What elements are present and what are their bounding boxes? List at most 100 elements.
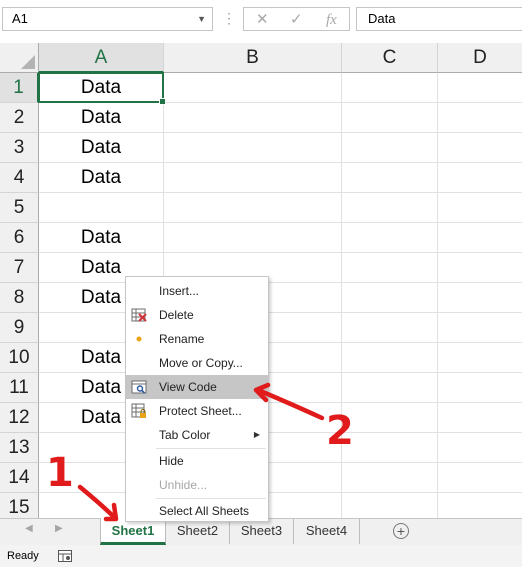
cell[interactable]	[342, 103, 438, 133]
cell[interactable]	[342, 253, 438, 283]
active-cell-selection	[38, 72, 166, 105]
menu-item-move-or-copy[interactable]: Move or Copy...	[126, 351, 268, 375]
menu-item-label: Hide	[159, 454, 184, 468]
menu-item-hide[interactable]: Hide	[126, 449, 268, 473]
menu-item-label: View Code	[159, 380, 217, 394]
row-header[interactable]: 11	[0, 373, 39, 403]
cell[interactable]	[438, 223, 522, 253]
column-header-c[interactable]: C	[342, 43, 438, 73]
cell[interactable]	[438, 133, 522, 163]
cell[interactable]	[342, 283, 438, 313]
cell[interactable]	[438, 313, 522, 343]
cell[interactable]	[164, 73, 342, 103]
cell[interactable]	[438, 343, 522, 373]
cell[interactable]	[342, 313, 438, 343]
status-text: Ready	[7, 550, 39, 562]
status-bar: Ready	[0, 545, 522, 567]
add-sheet-icon[interactable]: +	[393, 523, 409, 539]
cell[interactable]: Data	[39, 163, 164, 193]
menu-item-insert[interactable]: Insert...	[126, 279, 268, 303]
cell[interactable]	[342, 373, 438, 403]
menu-item-view-code[interactable]: View Code	[126, 375, 268, 399]
cell[interactable]	[342, 223, 438, 253]
menu-item-tab-color[interactable]: Tab Color ▶	[126, 423, 268, 447]
cell[interactable]	[438, 403, 522, 433]
sheet-tab-context-menu: Insert... Delete Rename Move or Copy... …	[125, 276, 269, 522]
formula-bar: A1 ▼ ⋮ ✕ ✓ fx Data	[0, 0, 522, 38]
menu-item-rename[interactable]: Rename	[126, 327, 268, 351]
cell[interactable]	[438, 433, 522, 463]
cell[interactable]	[438, 373, 522, 403]
cell[interactable]	[164, 193, 342, 223]
cell[interactable]: Data	[39, 223, 164, 253]
row-header[interactable]: 13	[0, 433, 39, 463]
cell[interactable]	[342, 343, 438, 373]
cell[interactable]: Data	[39, 103, 164, 133]
menu-item-unhide: Unhide...	[126, 473, 268, 497]
row-header[interactable]: 3	[0, 133, 39, 163]
cell[interactable]	[342, 433, 438, 463]
cell[interactable]	[342, 193, 438, 223]
menu-item-label: Select All Sheets	[159, 504, 250, 518]
cell[interactable]	[342, 133, 438, 163]
macro-recording-icon[interactable]	[58, 550, 72, 562]
tab-scroll-right-icon[interactable]: ▶	[55, 523, 63, 534]
menu-item-label: Unhide...	[159, 478, 208, 492]
row-header[interactable]: 9	[0, 313, 39, 343]
cell[interactable]	[438, 253, 522, 283]
cell[interactable]	[39, 193, 164, 223]
menu-item-label: Tab Color	[159, 428, 211, 442]
column-header-b[interactable]: B	[164, 43, 342, 73]
cell[interactable]: Data	[39, 133, 164, 163]
cell[interactable]	[342, 163, 438, 193]
cell[interactable]	[438, 193, 522, 223]
row-header[interactable]: 2	[0, 103, 39, 133]
cancel-icon[interactable]: ✕	[256, 10, 269, 30]
column-header-d[interactable]: D	[438, 43, 522, 73]
cell[interactable]	[438, 73, 522, 103]
select-all-button[interactable]	[0, 43, 39, 73]
column-header-a[interactable]: A	[39, 43, 164, 73]
cell[interactable]	[342, 403, 438, 433]
name-box-value: A1	[12, 11, 28, 26]
cell[interactable]	[164, 133, 342, 163]
cell[interactable]	[438, 463, 522, 493]
row-header[interactable]: 14	[0, 463, 39, 493]
formula-bar-grip-icon: ⋮	[222, 10, 236, 26]
rename-dot-icon	[136, 336, 142, 342]
delete-sheet-icon	[131, 308, 147, 322]
formula-input[interactable]: Data	[356, 7, 522, 31]
menu-item-label: Protect Sheet...	[159, 404, 242, 418]
menu-item-delete[interactable]: Delete	[126, 303, 268, 327]
cell[interactable]	[438, 103, 522, 133]
row-header[interactable]: 6	[0, 223, 39, 253]
row-header[interactable]: 8	[0, 283, 39, 313]
formula-buttons: ✕ ✓ fx	[243, 7, 350, 31]
insert-function-icon[interactable]: fx	[326, 10, 337, 30]
row-header[interactable]: 7	[0, 253, 39, 283]
menu-item-protect-sheet[interactable]: Protect Sheet...	[126, 399, 268, 423]
enter-icon[interactable]: ✓	[290, 10, 303, 30]
row-header[interactable]: 12	[0, 403, 39, 433]
submenu-arrow-icon: ▶	[253, 430, 260, 439]
cell[interactable]	[438, 163, 522, 193]
row-header[interactable]: 10	[0, 343, 39, 373]
tab-scroll-left-icon[interactable]: ◀	[25, 523, 33, 534]
cell[interactable]	[342, 463, 438, 493]
view-code-icon	[131, 380, 147, 394]
menu-item-label: Move or Copy...	[159, 356, 243, 370]
chevron-down-icon[interactable]: ▼	[197, 8, 206, 30]
name-box[interactable]: A1 ▼	[2, 7, 213, 31]
row-header[interactable]: 4	[0, 163, 39, 193]
cell[interactable]	[164, 163, 342, 193]
cell[interactable]	[164, 103, 342, 133]
menu-item-select-all-sheets[interactable]: Select All Sheets	[126, 499, 268, 523]
row-header[interactable]: 1	[0, 73, 39, 103]
protect-sheet-icon	[131, 403, 146, 418]
cell[interactable]	[164, 223, 342, 253]
row-header[interactable]: 5	[0, 193, 39, 223]
cell[interactable]	[342, 73, 438, 103]
menu-item-label: Insert...	[159, 284, 200, 298]
cell[interactable]	[438, 283, 522, 313]
tab-sheet4[interactable]: Sheet4	[294, 518, 360, 544]
